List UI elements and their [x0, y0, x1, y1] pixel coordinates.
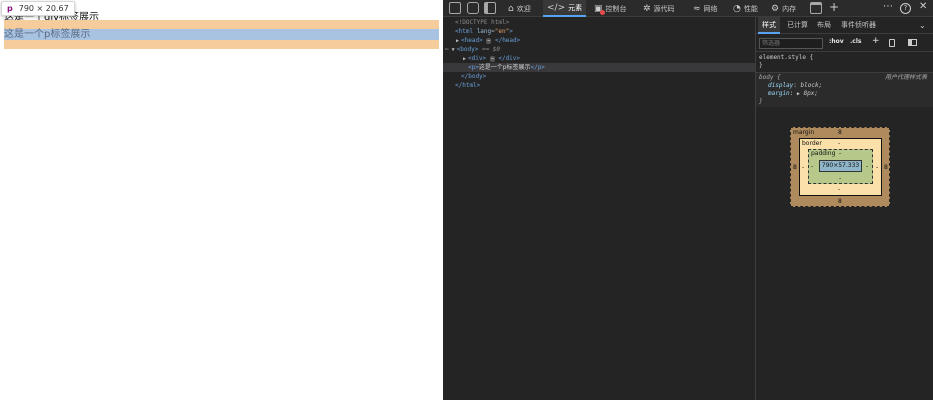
- tab-sources[interactable]: ✲ 源代码: [640, 0, 678, 17]
- toggle-sidebar-icon[interactable]: [908, 39, 917, 46]
- box-margin-bottom[interactable]: 8: [838, 198, 842, 205]
- box-margin-left[interactable]: 8: [793, 164, 797, 171]
- dom-body-close[interactable]: </body>: [461, 72, 486, 81]
- dock-icon[interactable]: [484, 2, 496, 14]
- dom-p-selected[interactable]: <p>这是一个p标签展示</p>: [443, 63, 755, 72]
- box-padding-top[interactable]: -: [839, 150, 841, 157]
- styles-filter-input[interactable]: [759, 38, 823, 49]
- tab-event-listeners[interactable]: 事件侦听器: [841, 17, 876, 34]
- device-toggle-icon[interactable]: [467, 2, 479, 14]
- expand-triangle-icon[interactable]: ▶: [456, 38, 459, 44]
- element-tooltip: p 790 × 20.67: [1, 1, 75, 16]
- help-button[interactable]: ?: [900, 3, 911, 14]
- wifi-icon: ≈: [693, 3, 701, 14]
- tab-elements[interactable]: </> 元素: [543, 0, 587, 17]
- box-padding-bottom[interactable]: -: [839, 175, 841, 182]
- dom-head[interactable]: ▶ <head> ⋯ </head>: [456, 36, 520, 45]
- box-margin-label: margin: [793, 129, 815, 136]
- console-error-badge: [600, 10, 605, 15]
- add-tab-button[interactable]: +: [829, 0, 839, 14]
- tab-performance[interactable]: ◔ 性能: [730, 0, 761, 17]
- box-border-bottom[interactable]: -: [838, 186, 840, 193]
- elements-tree: <!DOCTYPE html> <html lang="en"> ▶ <head>…: [443, 17, 755, 400]
- code-icon: </>: [547, 2, 566, 13]
- box-padding-left[interactable]: -: [811, 163, 813, 170]
- inspect-icon[interactable]: [449, 2, 461, 14]
- p-text: 这是一个p标签展示: [4, 29, 91, 40]
- chevron-down-icon[interactable]: ⌄: [919, 17, 926, 34]
- box-border-right[interactable]: -: [876, 164, 878, 171]
- styles-filter-row: :hov .cls +: [756, 35, 933, 52]
- home-icon: ⌂: [508, 3, 514, 14]
- box-padding: padding - - - - 790×57.333: [808, 149, 873, 184]
- expand-triangle-icon[interactable]: ▶: [797, 91, 800, 97]
- tab-welcome[interactable]: ⌂ 欢迎: [505, 0, 534, 17]
- box-border-left[interactable]: -: [802, 164, 804, 171]
- body-ua-rule[interactable]: body { 用户代理样式表 display: block; margin: ▶…: [756, 73, 933, 107]
- more-tools-button[interactable]: ⋯: [883, 1, 893, 12]
- box-margin-top[interactable]: 8: [838, 129, 842, 136]
- tab-layout[interactable]: 布局: [817, 17, 831, 34]
- gutter-more-icon[interactable]: ⋯: [445, 46, 449, 53]
- box-border: border - - - - padding - - - - 790×57.33…: [799, 138, 882, 196]
- collapse-triangle-icon[interactable]: ▼: [452, 47, 455, 53]
- close-devtools-button[interactable]: ✕: [919, 1, 927, 12]
- collapsed-badge[interactable]: ⋯: [489, 56, 495, 62]
- page-viewport: 这是一个div标签展示 这是一个p标签展示 p 790 × 20.67: [0, 0, 443, 400]
- devtools-toolbar: ⌂ 欢迎 </> 元素 ▣ 控制台 ✲ 源代码 ≈ 网络 ◔ 性能 ⚙ 内存 + ⋯ ? ✕: [443, 0, 933, 17]
- dom-body[interactable]: ⋯ ▼ <body> == $0: [445, 45, 500, 54]
- add-rule-icon[interactable]: +: [872, 36, 880, 46]
- tooltip-tag: p: [7, 4, 13, 13]
- gear-icon: ⚙: [771, 3, 780, 14]
- application-icon[interactable]: [810, 2, 822, 14]
- box-padding-label: padding: [811, 150, 836, 157]
- margin-highlight-bottom: [4, 40, 439, 49]
- styles-pane: 样式 已计算 布局 事件侦听器 ⌄ :hov .cls + element.st…: [756, 17, 933, 400]
- performance-icon: ◔: [733, 3, 741, 14]
- box-margin-right[interactable]: 8: [884, 164, 888, 171]
- tooltip-size: 790 × 20.67: [18, 4, 69, 13]
- dom-doctype[interactable]: <!DOCTYPE html>: [455, 18, 509, 27]
- paint-icon[interactable]: [889, 39, 895, 47]
- box-padding-right[interactable]: -: [866, 163, 868, 170]
- collapsed-badge[interactable]: ⋯: [486, 38, 492, 44]
- bug-icon: ✲: [643, 3, 651, 14]
- tab-network[interactable]: ≈ 网络: [690, 0, 721, 17]
- dom-html[interactable]: <html lang="en">: [455, 27, 513, 36]
- tab-memory[interactable]: ⚙ 内存: [768, 0, 799, 17]
- dom-div[interactable]: ▶ <div> ⋯ </div>: [463, 54, 520, 63]
- hover-state-button[interactable]: :hov: [829, 38, 844, 45]
- ua-stylesheet-label: 用户代理样式表: [884, 74, 927, 81]
- box-model-diagram: margin 8 8 8 8 border - - - - padding - …: [790, 127, 890, 207]
- tab-styles[interactable]: 样式: [758, 17, 780, 34]
- box-border-top[interactable]: -: [838, 140, 840, 147]
- dom-html-close[interactable]: </html>: [455, 81, 480, 90]
- styles-subtabs: 样式 已计算 布局 事件侦听器 ⌄: [756, 17, 933, 34]
- tab-console[interactable]: ▣ 控制台: [591, 0, 630, 17]
- box-content[interactable]: 790×57.333: [819, 160, 862, 172]
- expand-triangle-icon[interactable]: ▶: [463, 56, 466, 62]
- tab-computed[interactable]: 已计算: [787, 17, 808, 34]
- element-style-rule[interactable]: element.style { }: [756, 54, 933, 72]
- class-toggle-button[interactable]: .cls: [850, 38, 861, 45]
- margin-highlight-top: [4, 20, 439, 29]
- box-border-label: border: [802, 140, 822, 147]
